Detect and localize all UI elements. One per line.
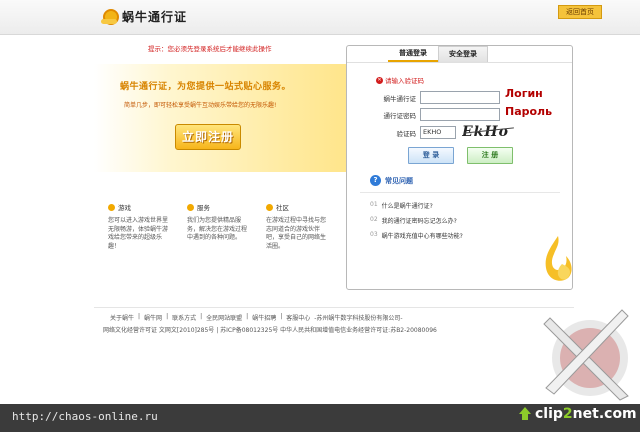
- clip2net-brand: clip2net.com: [518, 406, 637, 422]
- username-row: 蜗牛通行证: [374, 91, 500, 104]
- promo-title: 蜗牛通行证，为您提供一站式贴心服务。: [120, 82, 292, 92]
- annotation-login: Логин: [505, 87, 543, 100]
- register-now-button[interactable]: 立即注册: [175, 124, 241, 150]
- faq-item[interactable]: 03 蜗牛游戏充值中心有哪些功能?: [370, 231, 463, 240]
- community-icon: [266, 203, 273, 211]
- feature-title: 服务: [197, 204, 210, 212]
- password-row: 通行证密码: [374, 108, 500, 121]
- footer-divider: [94, 307, 574, 308]
- captcha-error-message: ✕ 请输入验证码: [376, 75, 424, 85]
- faq-item[interactable]: 02 我的通行证密码忘记怎么办?: [370, 216, 457, 225]
- logo-title: 蜗牛通行证: [122, 9, 188, 24]
- feature-title: 游戏: [118, 204, 131, 212]
- tab-secure-login[interactable]: 安全登录: [438, 46, 488, 62]
- captcha-input[interactable]: EKHO: [420, 126, 456, 139]
- feature-body: 我们为您提供精品服务，解决您在游戏过程中遇到的各种问题。: [187, 217, 248, 241]
- footer-link-contact[interactable]: 联系方式: [172, 313, 196, 322]
- snail-logo-icon: [100, 6, 119, 26]
- feature-body: 您可以进入游戏世界里无限畅游，体验蜗牛游戏给您带来的超级乐趣！: [108, 217, 169, 250]
- register-button[interactable]: 注 册: [467, 147, 513, 164]
- captcha-label: 验证码: [396, 129, 417, 138]
- faq-link[interactable]: 蜗牛游戏充值中心有哪些功能?: [382, 231, 463, 240]
- back-to-home-button[interactable]: 返回首页: [558, 5, 602, 19]
- question-icon: ?: [370, 175, 381, 186]
- footer-link-jobs[interactable]: 蜗牛招聘: [252, 313, 276, 322]
- error-icon: ✕: [376, 76, 383, 84]
- footer-link-alliance[interactable]: 全民网站联盟: [206, 313, 242, 322]
- promo-subtitle: 简单几步，即可轻松享受蜗牛互动娱乐带给您的无限乐趣!: [124, 102, 277, 109]
- error-text: 请输入验证码: [385, 77, 424, 85]
- feature-body: 在游戏过程中寻找与您志同道合的游戏伙伴吧，享受自己的网络生活圈。: [266, 217, 327, 250]
- annotation-password: Пароль: [505, 105, 553, 118]
- login-required-notice: 提示：您必须先登录系统后才能继续此操作: [148, 45, 272, 53]
- username-label: 蜗牛通行证: [383, 94, 417, 103]
- feature-title: 社区: [276, 204, 289, 212]
- username-input[interactable]: [420, 91, 500, 104]
- top-header-bar: [0, 0, 640, 35]
- footer-company: -苏州蜗牛数字科技股份有限公司-: [314, 315, 403, 322]
- footer-license-info: 网络文化经营许可证 文网文[2010]285号 | 苏ICP备08012325号…: [103, 327, 437, 334]
- password-label: 通行证密码: [383, 111, 417, 120]
- password-input[interactable]: [420, 108, 500, 121]
- feature-games[interactable]: 游戏 您可以进入游戏世界里无限畅游，体验蜗牛游戏给您带来的超级乐趣！: [108, 202, 173, 251]
- site-logo[interactable]: 蜗牛通行证: [100, 4, 187, 28]
- faq-number: 03: [370, 231, 378, 238]
- flame-logo-icon: [545, 236, 572, 281]
- login-tabs: 普通登录 安全登录: [388, 46, 488, 62]
- feature-community[interactable]: 社区 在游戏过程中寻找与您志同道合的游戏伙伴吧，享受自己的网络生活圈。: [266, 202, 331, 251]
- login-button[interactable]: 登 录: [408, 147, 454, 164]
- footer-link-about[interactable]: 关于蜗牛: [110, 313, 134, 322]
- faq-header: ? 常见问题: [370, 175, 413, 186]
- captcha-image[interactable]: EkHo: [462, 124, 516, 141]
- faq-item[interactable]: 01 什么是蜗牛通行证?: [370, 201, 433, 210]
- clip2net-logo-text: clip2net.com: [535, 406, 637, 422]
- faq-title: 常见问题: [385, 176, 413, 185]
- faq-link[interactable]: 我的通行证密码忘记怎么办?: [382, 216, 457, 225]
- footer-link-support[interactable]: 客服中心: [286, 313, 310, 322]
- faq-number: 02: [370, 216, 378, 223]
- source-url: http://chaos-online.ru: [12, 410, 158, 423]
- faq-divider: [360, 192, 560, 193]
- tab-divider: [347, 62, 572, 63]
- faq-number: 01: [370, 201, 378, 208]
- upload-arrow-icon: [518, 407, 532, 421]
- footer-links: 关于蜗牛 | 蜗牛网 | 联系方式 | 全民网站联盟 | 蜗牛招聘 | 客服中心 -苏州蜗…: [110, 313, 403, 322]
- games-icon: [108, 203, 115, 211]
- faq-link[interactable]: 什么是蜗牛通行证?: [382, 201, 433, 210]
- captcha-row: 验证码 EKHO: [374, 126, 456, 139]
- feature-service[interactable]: 服务 我们为您提供精品服务，解决您在游戏过程中遇到的各种问题。: [187, 202, 252, 243]
- footer-link-snail[interactable]: 蜗牛网: [144, 313, 162, 322]
- watermark-x-icon: [543, 309, 629, 401]
- tab-normal-login[interactable]: 普通登录: [388, 46, 438, 62]
- service-icon: [187, 203, 194, 211]
